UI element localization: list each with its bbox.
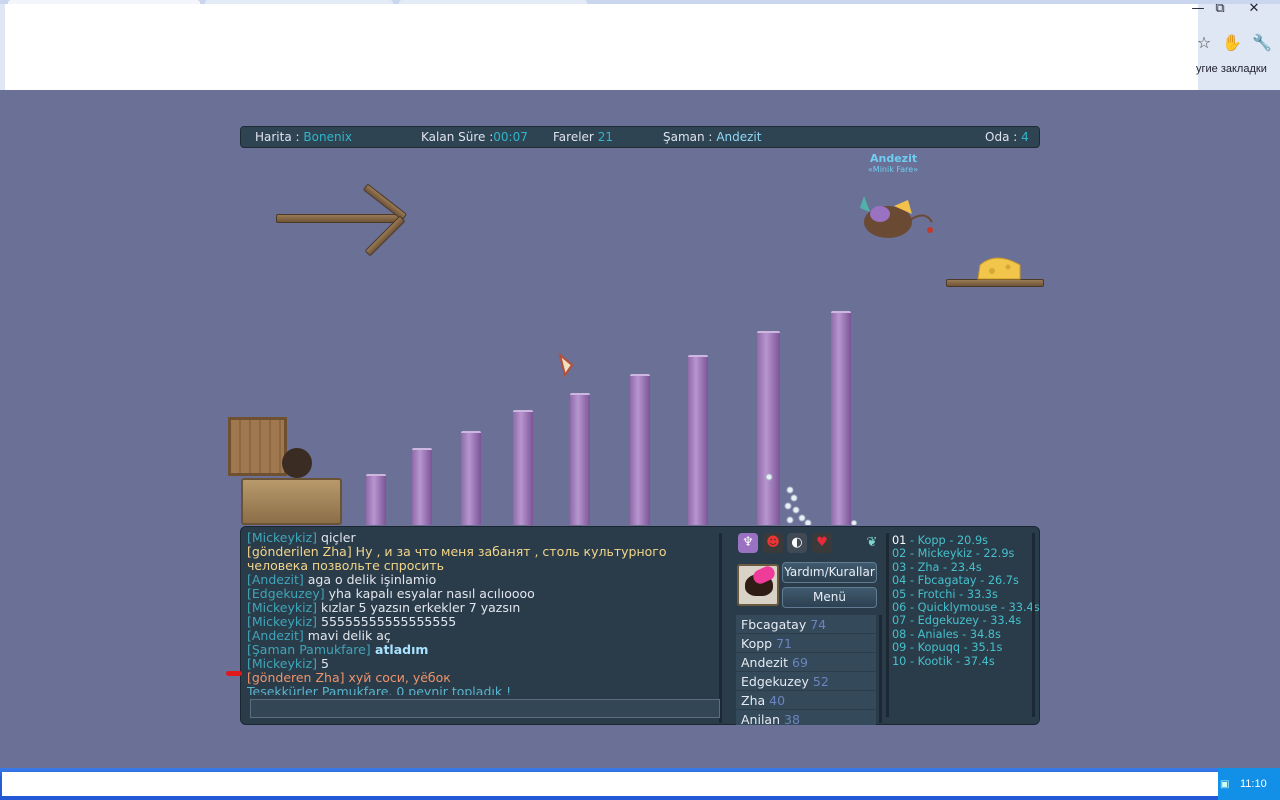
map-info: Harita : Bonenix (255, 130, 352, 144)
chat-message: [gönderen Zha] хуй соси, уёбок (247, 670, 451, 685)
mouse-head-icon[interactable]: ◐ (787, 533, 807, 553)
player-row[interactable]: Andezit 69 (736, 653, 876, 672)
purple-pillar (630, 374, 650, 525)
player-list: Fbcagatay 74 Kopp 71 Andezit 69 Edgekuze… (736, 615, 876, 725)
shaman-object-icon (558, 353, 574, 377)
chat-message: [Edgekuzey] yha kapalı esyalar nasıl acı… (247, 586, 535, 601)
rank-row: 05 - Frotchi - 33.3s (892, 587, 998, 601)
rank-row: 03 - Zha - 23.4s (892, 560, 982, 574)
purple-pillar (688, 355, 708, 525)
close-icon[interactable]: ✕ (1246, 2, 1262, 16)
chat-message: [Mickeykiz] kızlar 5 yazsın erkekler 7 y… (247, 600, 521, 615)
player-list-scrollbar[interactable] (879, 615, 882, 723)
mice-count: 21 (597, 130, 613, 144)
menu-button[interactable]: Menü (782, 587, 877, 608)
taskbar-overlay (2, 772, 1218, 796)
game-hud-bar: Harita : Bonenix Kalan Süre :00:07 Farel… (240, 126, 1040, 148)
rank-row: 09 - Kopuqq - 35.1s (892, 641, 1003, 655)
rank-row: 07 - Edgekuzey - 33.4s (892, 614, 1022, 628)
chat-scrollbar[interactable] (719, 533, 722, 723)
avatar[interactable] (737, 564, 779, 606)
cheese-icon[interactable] (976, 253, 1022, 281)
cannon-wheel (282, 448, 312, 478)
shaman-nameplate: Andezit (870, 152, 918, 165)
chat-message: [Mickeykiz] qiçler (247, 531, 356, 545)
annotation-marker (226, 671, 242, 676)
wooden-crate (228, 417, 287, 476)
player-row[interactable]: Edgekuzey 52 (736, 672, 876, 691)
player-row[interactable]: Kopp 71 (736, 634, 876, 653)
rank-row: 04 - Fbcagatay - 26.7s (892, 574, 1019, 588)
wrench-icon[interactable]: 🔧 (1252, 33, 1272, 53)
room-info: Oda : 4 (985, 130, 1029, 144)
chat-input[interactable] (250, 699, 720, 718)
player-row[interactable]: Fbcagatay 74 (736, 615, 876, 634)
purple-pillar (513, 410, 533, 525)
minimize-icon[interactable]: — (1190, 2, 1206, 16)
time-info: Kalan Süre :00:07 (421, 130, 528, 144)
purple-pillar (412, 448, 432, 525)
wooden-block (241, 478, 342, 525)
purple-pillar (461, 431, 481, 525)
player-row[interactable]: Anilan 38 (736, 710, 876, 725)
chat-message: [gönderilen Zha] Ну , и за что меня заба… (247, 544, 667, 559)
shaman-value: Andezit (716, 130, 762, 144)
rank-row: 08 - Aniales - 34.8s (892, 627, 1001, 641)
shaman-mouse-icon (860, 196, 933, 238)
dress-icon[interactable]: ♆ (738, 533, 758, 553)
chat-message: [Mickeykiz] 55555555555555555 (247, 614, 457, 629)
chat-message: человека позвольте спросить (247, 558, 445, 573)
feather-icon[interactable]: ❦ (862, 533, 882, 553)
clock[interactable]: 11:10 (1240, 778, 1267, 790)
network-icon[interactable]: ▣ (1220, 779, 1232, 791)
chat-message: [Andezit] mavi delik aç (247, 628, 391, 643)
chat-message: Teşekkürler Pamukfare, 0 peynir topladık… (247, 684, 512, 696)
rank-row: 01 - Kopp - 20.9s (892, 534, 989, 547)
face-icon[interactable]: ☻ (763, 533, 783, 553)
purple-pillar (366, 474, 386, 525)
finish-ranking: 01 - Kopp - 20.9s 02 - Mickeykiz - 22.9s… (892, 534, 1040, 714)
arrow-plank (276, 214, 400, 223)
game-bottom-panel: [Mickeykiz] qiçler [gönderilen Zha] Ну ,… (240, 526, 1040, 725)
chat-message: [Şaman Pamukfare] atladım (247, 642, 429, 657)
rank-row: 02 - Mickeykiz - 22.9s (892, 547, 1015, 561)
time-value: 00:07 (493, 130, 528, 144)
map-value: Bonenix (303, 130, 352, 144)
browser-content-overlay (5, 4, 1198, 90)
player-row[interactable]: Zha 40 (736, 691, 876, 710)
heart-icon[interactable]: ♥ (812, 533, 832, 553)
shaman-title: «Minik Fare» (867, 165, 919, 174)
other-bookmarks-label[interactable]: угие закладки (1196, 63, 1267, 75)
mice-info: Fareler 21 (553, 130, 613, 144)
bubbles-icon (765, 473, 857, 525)
room-value: 4 (1021, 130, 1029, 144)
chat-log: [Mickeykiz] qiçler [gönderilen Zha] Ну ,… (247, 531, 717, 695)
rank-row: 06 - Quicklymouse - 33.4s (892, 601, 1040, 615)
restore-icon[interactable]: ⧉ (1212, 2, 1228, 16)
ranking-divider (886, 533, 889, 717)
purple-pillar (570, 393, 590, 525)
game-scene[interactable]: Andezit «Minik Fare» (220, 150, 1060, 525)
chat-message: [Andezit] aga o delik işinlamio (247, 572, 437, 587)
shaman-info: Şaman : Andezit (663, 130, 762, 144)
ranking-scrollbar[interactable] (1032, 533, 1035, 717)
extension-icon[interactable]: ✋ (1222, 33, 1242, 53)
chat-message: [Mickeykiz] 5 (247, 656, 329, 671)
rank-row: 10 - Kootik - 37.4s (892, 654, 995, 668)
help-rules-button[interactable]: Yardım/Kurallar (782, 562, 877, 583)
star-icon[interactable]: ☆ (1194, 33, 1214, 53)
